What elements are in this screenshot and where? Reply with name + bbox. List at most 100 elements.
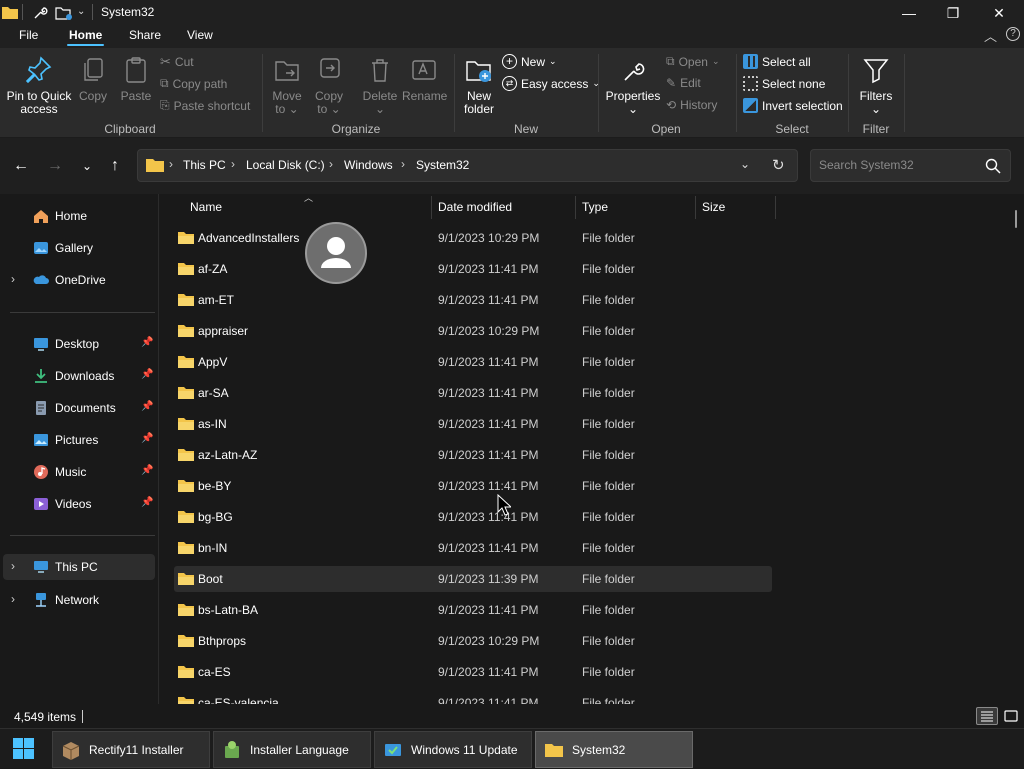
column-header-size[interactable]: Size — [702, 200, 725, 214]
paste-button[interactable]: Paste — [118, 56, 154, 103]
table-row[interactable]: appraiser 9/1/2023 10:29 PM File folder — [174, 318, 772, 344]
column-divider[interactable] — [575, 196, 576, 219]
sidebar-item-music[interactable]: Music 📌 — [0, 459, 155, 485]
table-row[interactable]: bn-IN 9/1/2023 11:41 PM File folder — [174, 535, 772, 561]
taskbar-installer-language[interactable]: Installer Language — [213, 731, 371, 768]
table-row[interactable]: be-BY 9/1/2023 11:41 PM File folder — [174, 473, 772, 499]
table-row[interactable]: Boot 9/1/2023 11:39 PM File folder — [174, 566, 772, 592]
breadcrumb-separator-icon[interactable]: › — [231, 157, 235, 171]
rename-button[interactable]: Rename — [402, 56, 447, 103]
copy-button[interactable]: Copy — [76, 56, 110, 103]
start-button[interactable] — [0, 729, 48, 769]
delete-button[interactable]: Delete ⌄ — [360, 56, 400, 116]
edit-button[interactable]: ✎ Edit — [666, 76, 701, 90]
table-row[interactable]: bs-Latn-BA 9/1/2023 11:41 PM File folder — [174, 597, 772, 623]
expand-chevron-icon[interactable]: › — [11, 272, 15, 286]
easy-access-button[interactable]: ⇄ Easy access ⌄ — [502, 76, 600, 91]
column-header-date-modified[interactable]: Date modified — [438, 200, 512, 214]
address-bar[interactable]: › This PC › Local Disk (C:) › Windows › … — [137, 149, 798, 182]
maximize-button[interactable]: ❐ — [930, 0, 976, 26]
search-icon[interactable] — [985, 158, 1001, 174]
up-button[interactable]: ↑ — [103, 154, 127, 178]
forward-button[interactable]: → — [43, 154, 67, 178]
pin-icon[interactable]: 📌 — [141, 433, 153, 444]
tab-share[interactable]: Share — [129, 28, 161, 42]
column-divider[interactable] — [775, 196, 776, 219]
taskbar-system32[interactable]: System32 — [535, 731, 693, 768]
breadcrumb-this-pc[interactable]: This PC — [183, 158, 226, 172]
table-row[interactable]: AdvancedInstallers 9/1/2023 10:29 PM File … — [174, 225, 772, 251]
table-row[interactable]: Bthprops 9/1/2023 10:29 PM File folder — [174, 628, 772, 654]
tab-view[interactable]: View — [187, 28, 213, 42]
paste-shortcut-button[interactable]: ⎘ Paste shortcut — [160, 98, 250, 113]
table-row[interactable]: ca-ES-valencia 9/1/2023 11:41 PM File fold… — [174, 690, 772, 704]
sidebar-item-documents[interactable]: Documents 📌 — [0, 395, 155, 421]
sidebar-item-desktop[interactable]: Desktop 📌 — [0, 331, 155, 357]
breadcrumb-separator-icon[interactable]: › — [169, 157, 173, 171]
open-button[interactable]: ⧉ Open ⌄ — [666, 54, 719, 69]
column-divider[interactable] — [695, 196, 696, 219]
large-icons-view-button[interactable] — [1002, 707, 1020, 725]
sidebar-item-home[interactable]: Home — [0, 203, 155, 229]
sidebar-item-this-pc[interactable]: › This PC — [3, 554, 155, 580]
move-to-button[interactable]: Move to ⌄ — [270, 56, 304, 116]
new-folder-button[interactable]: New folder — [460, 56, 498, 116]
address-history-chevron-icon[interactable]: ⌄ — [740, 157, 750, 171]
new-item-button[interactable]: + New ⌄ — [502, 54, 557, 69]
details-view-button[interactable] — [976, 707, 998, 725]
expand-chevron-icon[interactable]: › — [11, 559, 15, 573]
table-row[interactable]: ca-ES 9/1/2023 11:41 PM File folder — [174, 659, 772, 685]
breadcrumb-separator-icon[interactable]: › — [329, 157, 333, 171]
filters-button[interactable]: Filters ⌄ — [856, 56, 896, 116]
sidebar-item-network[interactable]: › Network — [0, 587, 155, 613]
search-input[interactable]: Search System32 — [810, 149, 1011, 182]
qat-chevron-icon[interactable]: ⌄ — [77, 6, 85, 17]
collapse-ribbon-icon[interactable]: ︿ — [984, 26, 997, 45]
select-all-button[interactable]: Select all — [743, 54, 811, 69]
refresh-icon[interactable]: ↻ — [772, 156, 785, 174]
pin-icon[interactable]: 📌 — [141, 401, 153, 412]
copy-path-button[interactable]: ⧉ Copy path — [160, 76, 227, 91]
pin-icon[interactable]: 📌 — [141, 369, 153, 380]
table-row[interactable]: as-IN 9/1/2023 11:41 PM File folder — [174, 411, 772, 437]
column-header-type[interactable]: Type — [582, 200, 608, 214]
tab-file[interactable]: File — [19, 28, 38, 42]
pin-icon[interactable]: 📌 — [141, 465, 153, 476]
breadcrumb-windows[interactable]: Windows — [344, 158, 393, 172]
expand-chevron-icon[interactable]: › — [11, 592, 15, 606]
taskbar-windows-11-update[interactable]: Windows 11 Update — [374, 731, 532, 768]
breadcrumb-system32[interactable]: System32 — [416, 158, 469, 172]
sidebar-item-onedrive[interactable]: › OneDrive — [0, 267, 155, 293]
pin-icon[interactable]: 📌 — [141, 337, 153, 348]
close-button[interactable]: ✕ — [976, 0, 1022, 26]
vertical-scrollbar[interactable] — [1015, 210, 1017, 228]
sidebar-item-pictures[interactable]: Pictures 📌 — [0, 427, 155, 453]
minimize-button[interactable]: — — [886, 0, 932, 26]
sidebar-item-gallery[interactable]: Gallery — [0, 235, 155, 261]
select-none-button[interactable]: Select none — [743, 76, 825, 91]
table-row[interactable]: az-Latn-AZ 9/1/2023 11:41 PM File folder — [174, 442, 772, 468]
history-button[interactable]: ⟲ History — [666, 98, 717, 112]
table-row[interactable]: bg-BG 9/1/2023 11:41 PM File folder — [174, 504, 772, 530]
table-row[interactable]: AppV 9/1/2023 11:41 PM File folder — [174, 349, 772, 375]
table-row[interactable]: ar-SA 9/1/2023 11:41 PM File folder — [174, 380, 772, 406]
breadcrumb-local-disk[interactable]: Local Disk (C:) — [246, 158, 325, 172]
copy-to-button[interactable]: Copy to ⌄ — [312, 56, 346, 116]
table-row[interactable]: af-ZA 9/1/2023 11:41 PM File folder — [174, 256, 772, 282]
new-folder-quick-icon[interactable] — [55, 5, 73, 21]
tab-home[interactable]: Home — [66, 28, 105, 46]
recent-locations-button[interactable]: ⌄ — [75, 154, 99, 178]
pin-to-quick-access-button[interactable]: Pin to Quick access — [4, 56, 74, 116]
pin-icon[interactable]: 📌 — [141, 497, 153, 508]
help-icon[interactable]: ? — [1006, 27, 1020, 41]
back-button[interactable]: ← — [9, 154, 33, 178]
column-header-name[interactable]: Name — [190, 200, 222, 214]
invert-selection-button[interactable]: Invert selection — [743, 98, 843, 113]
sidebar-item-downloads[interactable]: Downloads 📌 — [0, 363, 155, 389]
cut-button[interactable]: ✂ Cut — [160, 54, 194, 70]
column-divider[interactable] — [431, 196, 432, 219]
breadcrumb-separator-icon[interactable]: › — [401, 157, 405, 171]
table-row[interactable]: am-ET 9/1/2023 11:41 PM File folder — [174, 287, 772, 313]
properties-icon[interactable] — [32, 5, 48, 21]
properties-button[interactable]: Properties ⌄ — [604, 56, 662, 116]
